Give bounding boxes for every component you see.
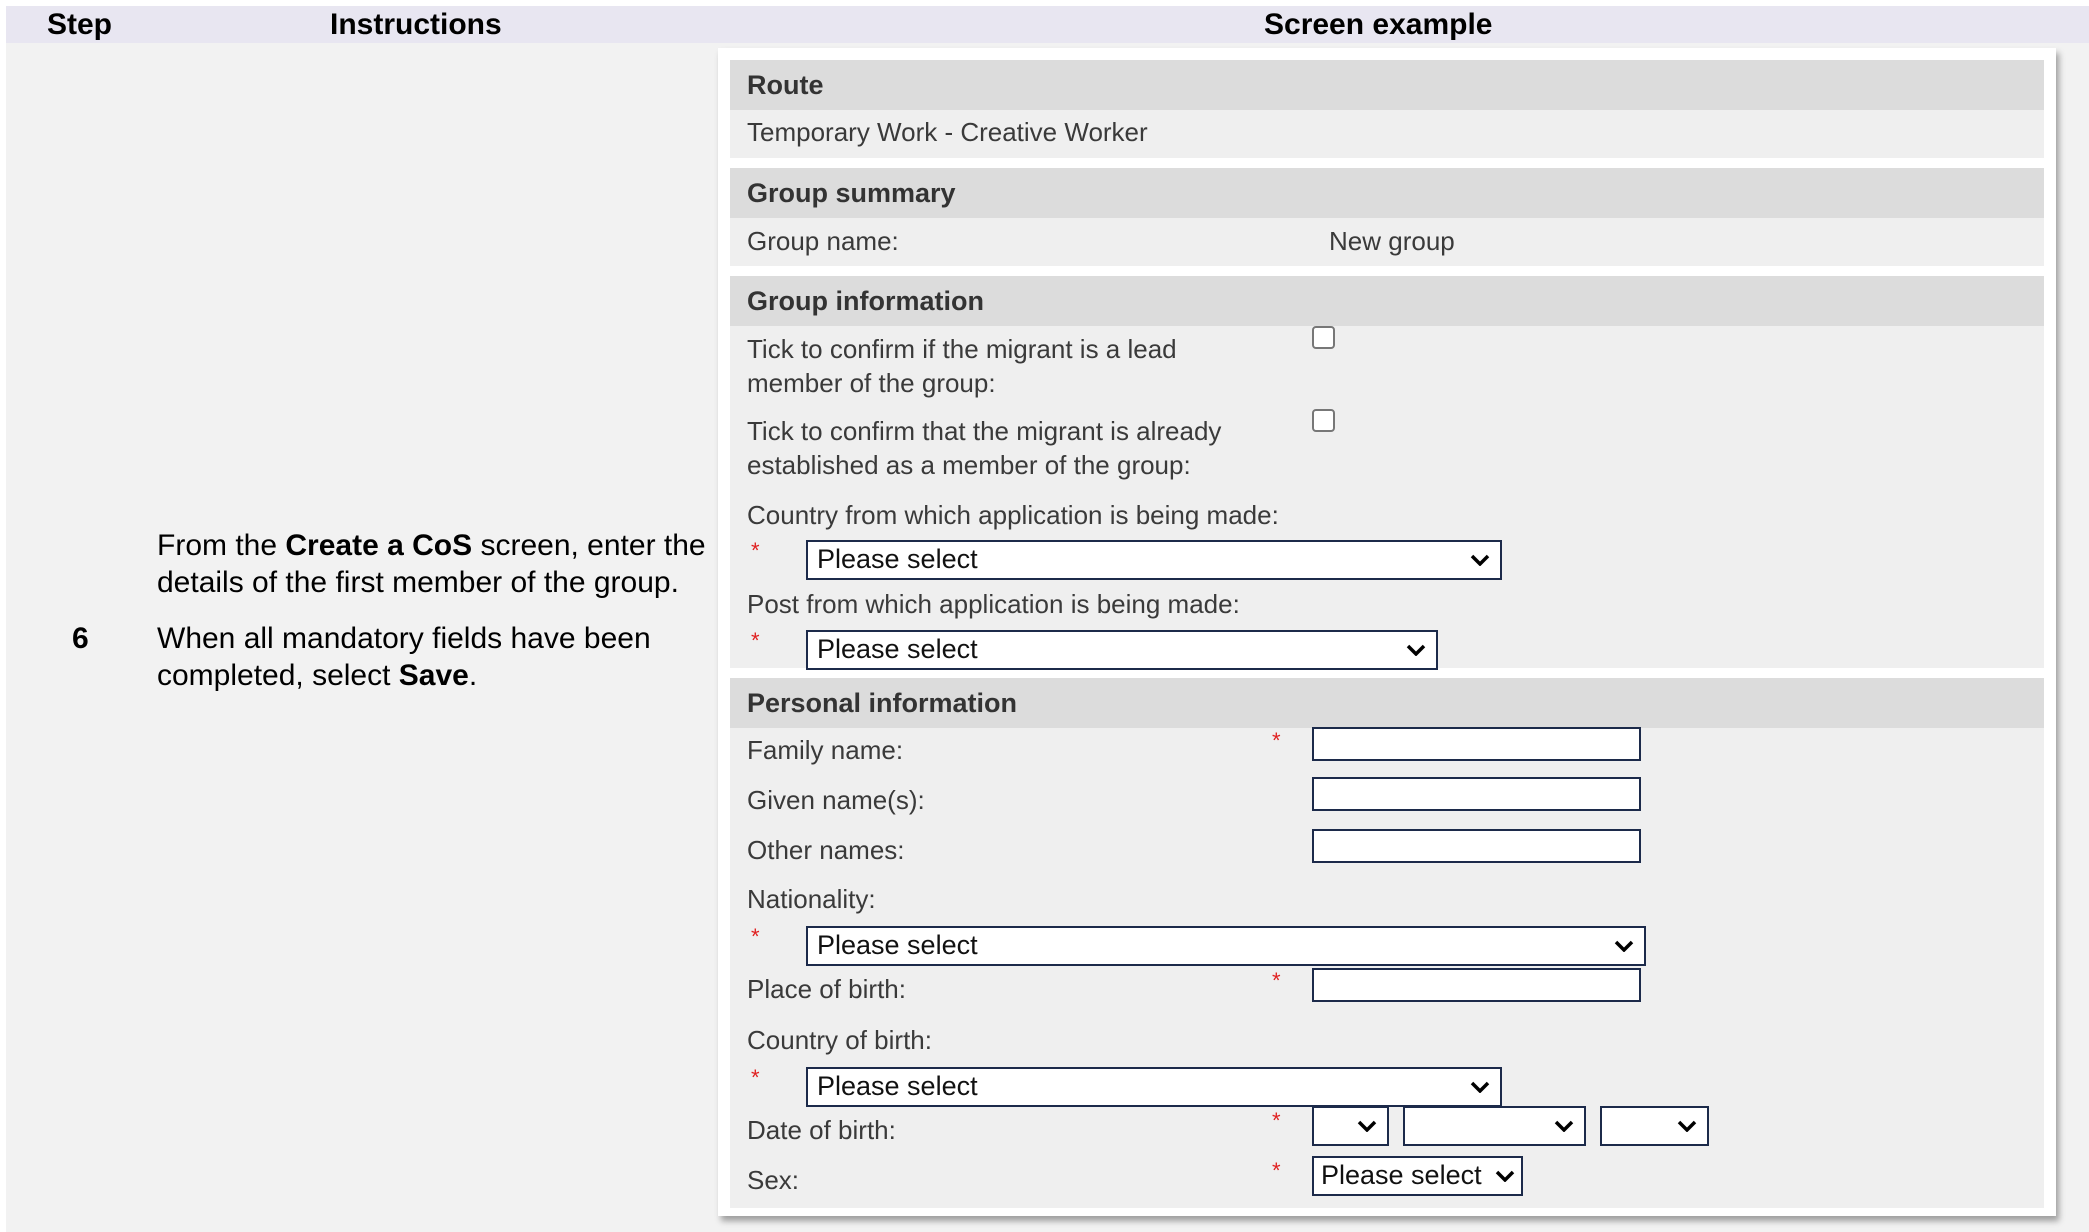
country-of-application-select[interactable]: Please select xyxy=(806,540,1502,580)
screen-example: Route Temporary Work - Creative Worker G… xyxy=(718,48,2056,1216)
required-marker: * xyxy=(751,538,760,563)
country-of-birth-select[interactable]: Please select xyxy=(806,1067,1502,1107)
instructions-text: From the Create a CoS screen, enter the … xyxy=(157,527,717,694)
required-marker: * xyxy=(1272,968,1281,993)
group-name-value: New group xyxy=(1329,226,1455,256)
step-number: 6 xyxy=(72,622,89,655)
chevron-down-icon xyxy=(1495,1158,1515,1194)
required-marker: * xyxy=(751,924,760,949)
sex-select[interactable]: Please select xyxy=(1312,1156,1523,1196)
nationality-select[interactable]: Please select xyxy=(806,926,1646,966)
required-marker: * xyxy=(1272,1108,1281,1133)
dob-month-select[interactable] xyxy=(1403,1106,1586,1146)
route-heading: Route xyxy=(730,60,2044,110)
required-marker: * xyxy=(1272,728,1281,753)
instr-text: From the xyxy=(157,529,286,562)
route-value: Temporary Work - Creative Worker xyxy=(747,117,1148,147)
other-names-input[interactable] xyxy=(1312,829,1641,863)
date-of-birth-label: Date of birth: xyxy=(747,1115,896,1145)
instr-text: . xyxy=(468,659,478,692)
post-of-application-select[interactable]: Please select xyxy=(806,630,1438,670)
place-of-birth-input[interactable] xyxy=(1312,968,1641,1002)
step-column-header: Step xyxy=(47,8,113,41)
instr-bold: Save xyxy=(398,659,469,692)
family-name-input[interactable] xyxy=(1312,727,1641,761)
required-marker: * xyxy=(751,628,760,653)
other-names-label: Other names: xyxy=(747,835,905,865)
chevron-down-icon xyxy=(1357,1108,1377,1144)
select-value: Please select xyxy=(817,1071,978,1101)
given-names-input[interactable] xyxy=(1312,777,1641,811)
select-value: Please select xyxy=(1321,1160,1482,1190)
nationality-label: Nationality: xyxy=(747,884,876,914)
chevron-down-icon xyxy=(1470,1069,1490,1105)
instructions-column-header: Instructions xyxy=(330,8,502,41)
lead-member-checkbox[interactable] xyxy=(1312,326,1335,349)
required-marker: * xyxy=(751,1065,760,1090)
country-of-application-label: Country from which application is being … xyxy=(747,500,1279,530)
group-name-label: Group name: xyxy=(747,226,899,256)
established-member-label: Tick to confirm that the migrant is alre… xyxy=(747,416,1222,480)
chevron-down-icon xyxy=(1614,928,1634,964)
chevron-down-icon xyxy=(1677,1108,1697,1144)
instr-bold: Create a CoS xyxy=(285,529,473,562)
group-information-heading: Group information xyxy=(730,276,2044,326)
established-member-checkbox[interactable] xyxy=(1312,409,1335,432)
table-header xyxy=(6,6,2089,43)
chevron-down-icon xyxy=(1554,1108,1574,1144)
family-name-label: Family name: xyxy=(747,735,904,765)
lead-member-label: Tick to confirm if the migrant is a lead… xyxy=(747,334,1177,398)
required-marker: * xyxy=(1272,1158,1281,1183)
personal-information-heading: Personal information xyxy=(730,678,2044,728)
select-value: Please select xyxy=(817,930,978,960)
dob-day-select[interactable] xyxy=(1312,1106,1389,1146)
post-of-application-label: Post from which application is being mad… xyxy=(747,589,1240,619)
chevron-down-icon xyxy=(1406,632,1426,668)
sex-label: Sex: xyxy=(747,1165,800,1195)
given-names-label: Given name(s): xyxy=(747,785,925,815)
country-of-birth-label: Country of birth: xyxy=(747,1025,932,1055)
place-of-birth-label: Place of birth: xyxy=(747,974,906,1004)
group-summary-heading: Group summary xyxy=(730,168,2044,218)
select-value: Please select xyxy=(817,634,978,664)
dob-year-select[interactable] xyxy=(1600,1106,1709,1146)
select-value: Please select xyxy=(817,544,978,574)
chevron-down-icon xyxy=(1470,542,1490,578)
screen-example-column-header: Screen example xyxy=(1264,8,1493,41)
